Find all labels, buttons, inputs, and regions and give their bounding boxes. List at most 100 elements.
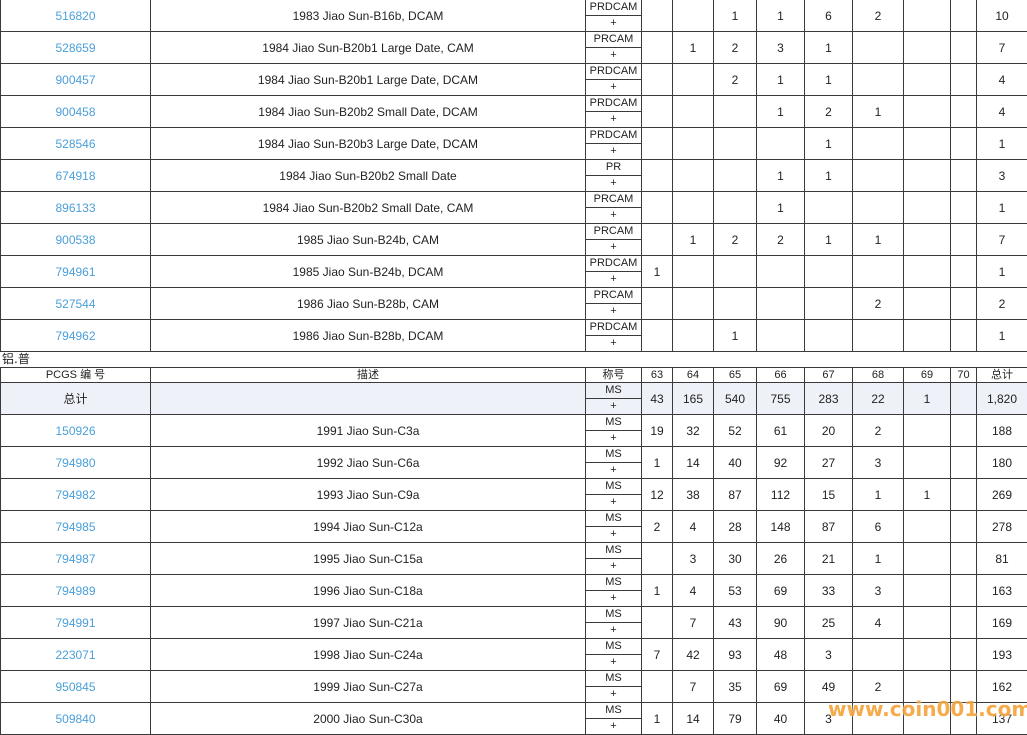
count-cell: 3 [804,702,853,735]
description-cell: 1994 Jiao Sun-C12a [150,510,586,543]
count-cell: 48 [756,638,805,671]
count-cell: 25 [804,606,853,639]
pcgs-number-link[interactable]: 900457 [55,73,95,87]
count-cell: 3 [852,574,904,607]
count-cell: 112 [756,478,805,511]
description-cell: 1983 Jiao Sun-B16b, DCAM [150,0,586,32]
grade-label: PRCAM [586,225,641,240]
plus-label: + [610,241,617,253]
grade-cell: PR + [585,159,642,192]
count-cell: 28 [713,510,757,543]
pcgs-number-link[interactable]: 794991 [55,616,95,630]
plus-label: + [610,17,617,29]
count-cell: 148 [756,510,805,543]
count-cell: 69 [756,574,805,607]
count-cell: 43 [641,382,673,415]
count-cell: 1 [976,319,1027,352]
table-row: 794985 1994 Jiao Sun-C12a MS +2 4 28 148 87 6 278 [0,510,1027,543]
count-cell [950,191,977,224]
grade-label: PRCAM [586,289,641,304]
count-cell [756,319,805,352]
count-cell [950,255,977,288]
grade-label: MS [586,608,641,623]
count-cell: 1 [641,702,673,735]
count-cell [950,0,977,32]
count-cell [950,127,977,160]
grade-cell: MS + [585,606,642,639]
count-cell [804,191,853,224]
count-cell: 14 [672,702,714,735]
count-cell [804,287,853,320]
pcgs-number-link[interactable]: 150926 [55,424,95,438]
pcgs-number-link[interactable]: 509840 [55,712,95,726]
table-row: 794987 1995 Jiao Sun-C15a MS +3 30 26 21 1 81 [0,542,1027,575]
pcgs-number-link[interactable]: 900538 [55,233,95,247]
pcgs-number-link[interactable]: 223071 [55,648,95,662]
pcgs-number-link[interactable]: 674918 [55,169,95,183]
count-cell [641,0,673,32]
pcgs-number-link[interactable]: 794989 [55,584,95,598]
plus-label: + [610,560,617,572]
count-cell: 1 [756,191,805,224]
pcgs-number-link[interactable]: 794982 [55,488,95,502]
count-cell: 2 [713,31,757,64]
count-cell [713,255,757,288]
plus-label: + [610,688,617,700]
grade-cell: MS + [585,670,642,703]
count-cell [950,702,977,735]
count-cell [950,542,977,575]
grade-cell: PRDCAM + [585,0,642,32]
count-cell: 2 [852,287,904,320]
count-cell [950,159,977,192]
count-cell: 2 [641,510,673,543]
count-cell [903,414,951,447]
pcgs-number-link[interactable]: 794980 [55,456,95,470]
count-cell: 1 [641,255,673,288]
pcgs-number-link[interactable]: 527544 [55,297,95,311]
count-cell [950,223,977,256]
plus-label: + [610,49,617,61]
count-cell: 1 [756,63,805,96]
pcgs-number-link[interactable]: 794961 [55,265,95,279]
count-cell [713,287,757,320]
description-cell: 1984 Jiao Sun-B20b2 Small Date, DCAM [150,95,586,128]
total-label: 总计 [0,382,151,415]
count-cell: 7 [976,223,1027,256]
grade-cell: PRCAM + [585,191,642,224]
total-row: 总计 MS + 43 165 540 755 283 22 1 1,820 [0,382,1027,415]
count-cell [713,159,757,192]
grade-cell: MS + [585,638,642,671]
pcgs-number-link[interactable]: 528659 [55,41,95,55]
count-cell: 4 [976,95,1027,128]
plus-label: + [610,624,617,636]
count-cell [852,702,904,735]
count-cell: 162 [976,670,1027,703]
pcgs-number-link[interactable]: 516820 [55,9,95,23]
count-cell: 40 [713,446,757,479]
pcgs-number-link[interactable]: 794987 [55,552,95,566]
count-cell: 188 [976,414,1027,447]
grade-cell: PRDCAM + [585,63,642,96]
count-cell: 6 [804,0,853,32]
pcgs-number-link[interactable]: 896133 [55,201,95,215]
table-row: 794962 1986 Jiao Sun-B28b, DCAM PRDCAM +1 1 [0,319,1027,352]
pcgs-number-cell: 223071 [0,638,151,671]
count-cell: 3 [976,159,1027,192]
description-cell: 1993 Jiao Sun-C9a [150,478,586,511]
pcgs-number-link[interactable]: 794985 [55,520,95,534]
description-cell: 1986 Jiao Sun-B28b, CAM [150,287,586,320]
plus-label: + [610,81,617,93]
count-cell: 79 [713,702,757,735]
count-cell: 26 [756,542,805,575]
pcgs-number-link[interactable]: 950845 [55,680,95,694]
pcgs-number-link[interactable]: 528546 [55,137,95,151]
pcgs-number-link[interactable]: 794962 [55,329,95,343]
grade-label: PRDCAM [586,257,641,272]
pcgs-number-link[interactable]: 900458 [55,105,95,119]
count-cell: 2 [852,670,904,703]
grade-cell: MS + [585,478,642,511]
grade-label: MS [586,672,641,687]
plus-label: + [610,528,617,540]
count-cell [713,127,757,160]
pcgs-number-cell: 794961 [0,255,151,288]
